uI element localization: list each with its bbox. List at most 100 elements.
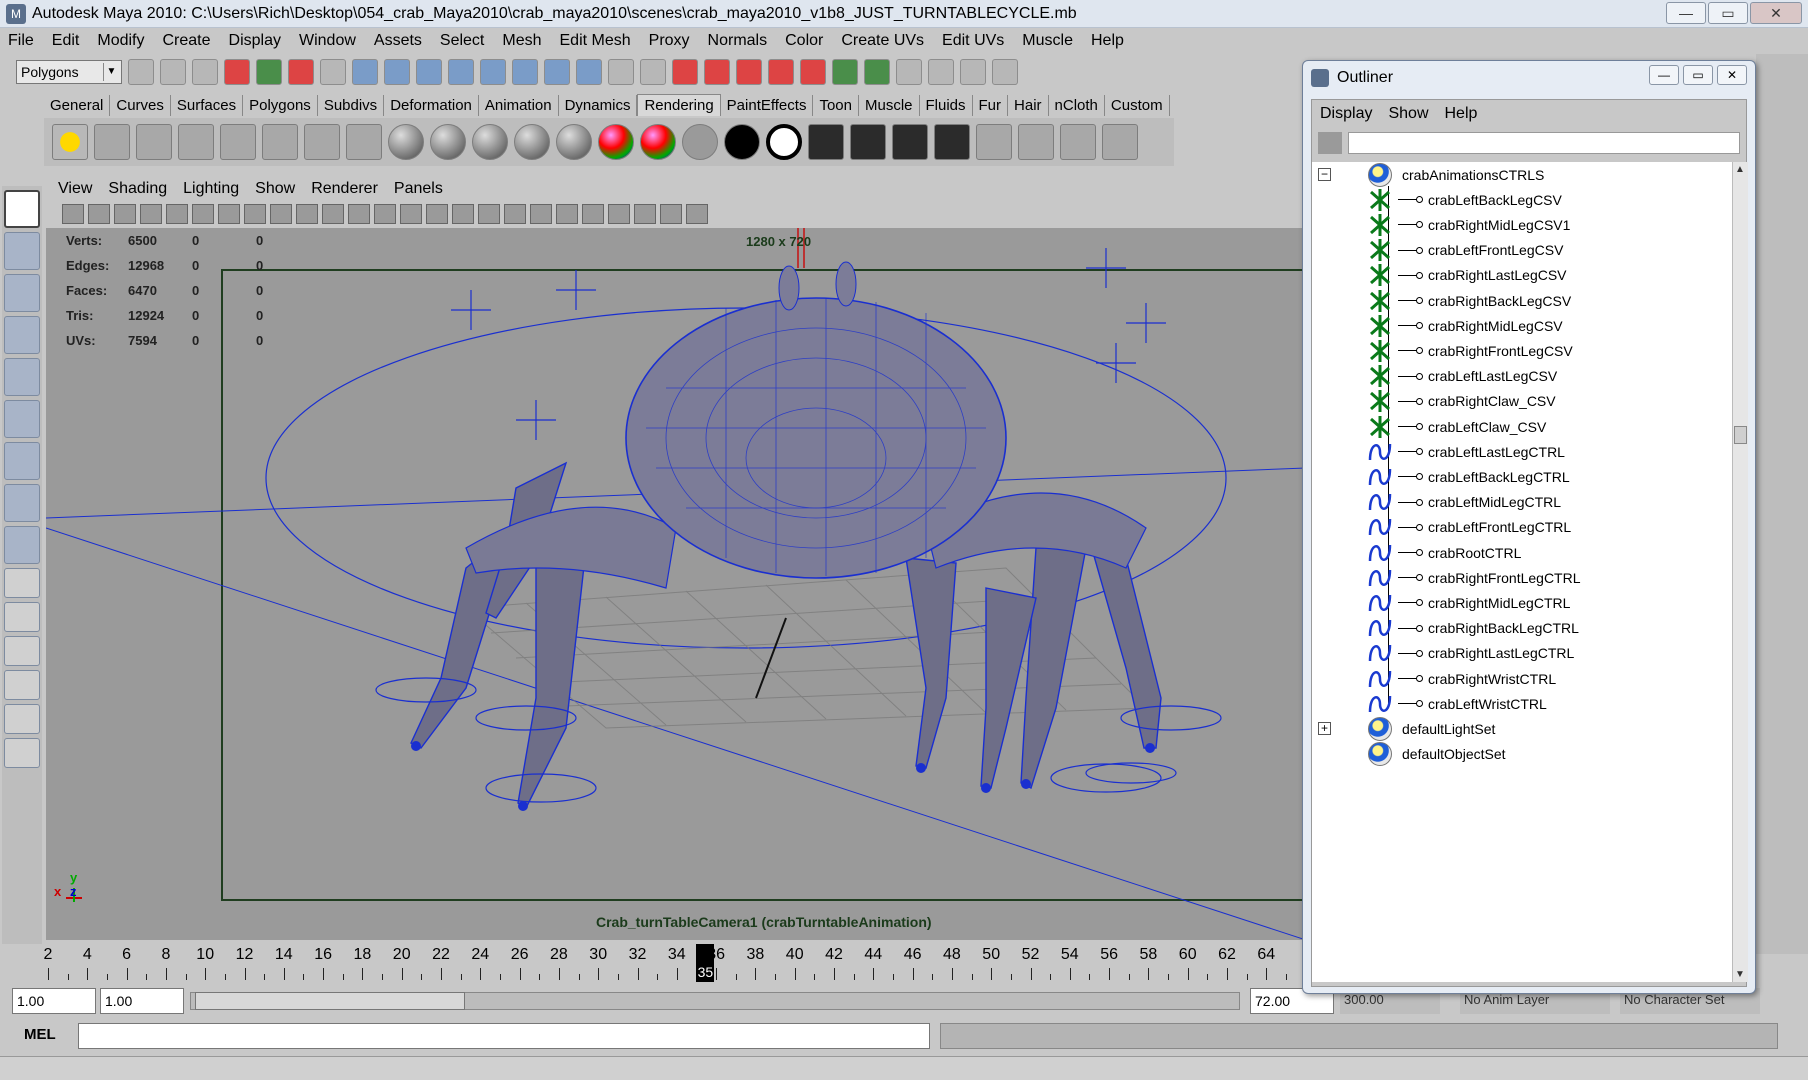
menu-edit-uvs[interactable]: Edit UVs [942,32,1004,50]
select-camera-icon[interactable] [62,204,84,224]
ambient-light-icon[interactable] [52,124,88,160]
scrollbar-thumb[interactable] [1734,426,1747,444]
outliner-item[interactable]: crabRightLastLegCTRL [1368,641,1574,666]
minimize-button[interactable]: — [1666,2,1706,24]
shelf-tab-rendering[interactable]: Rendering [637,94,721,116]
anisotropic-sphere-icon[interactable] [556,124,592,160]
shelf-tab-painteffects[interactable]: PaintEffects [721,95,814,116]
start-time-field[interactable]: 1.00 [12,988,96,1014]
toon-shader-icon[interactable] [766,124,802,160]
point-light-icon[interactable] [136,124,172,160]
ipr-render-icon[interactable] [864,59,890,85]
menu-modify[interactable]: Modify [97,32,144,50]
shelf-tab-hair[interactable]: Hair [1008,95,1049,116]
menu-file[interactable]: File [8,32,34,50]
menu-muscle[interactable]: Muscle [1022,32,1073,50]
phonge-sphere-icon[interactable] [514,124,550,160]
safe-title-icon[interactable] [348,204,370,224]
rotate-tool-icon[interactable] [4,358,40,396]
volume-light-icon[interactable] [262,124,298,160]
camera-icon[interactable] [304,124,340,160]
outliner-item[interactable]: crabLeftLastLegCSV [1368,364,1557,389]
smooth-shade-icon[interactable] [400,204,422,224]
area-light-icon[interactable] [220,124,256,160]
outliner-item[interactable]: crabLeftClaw_CSV [1368,414,1546,439]
2d-pan-zoom-icon[interactable] [166,204,188,224]
panel-menu-show[interactable]: Show [255,180,295,198]
make-live-icon[interactable] [480,59,506,85]
outliner-menu-help[interactable]: Help [1445,105,1478,123]
outliner-item[interactable]: crabRightFrontLegCSV [1368,338,1573,363]
render-settings-shelf-icon[interactable] [892,124,928,160]
show-manipulator-icon[interactable] [4,526,40,564]
panel-menu-renderer[interactable]: Renderer [311,180,378,198]
menu-set-selector[interactable]: Polygons ▼ [16,60,122,84]
paint-select-tool-icon[interactable] [4,274,40,312]
panel-menu-panels[interactable]: Panels [394,180,443,198]
outliner-item[interactable]: crabLeftLastLegCTRL [1368,439,1565,464]
snap-plane-icon[interactable] [448,59,474,85]
render-icon[interactable] [672,59,698,85]
menu-window[interactable]: Window [299,32,356,50]
paint-brush-icon[interactable] [1102,124,1138,160]
cancel-render-icon[interactable] [1018,124,1054,160]
outliner-item[interactable]: crabRightBackLegCTRL [1368,616,1579,641]
open-scene-icon[interactable] [160,59,186,85]
outliner-item[interactable]: crabRightMidLegCSV [1368,313,1563,338]
select-component-icon[interactable] [288,59,314,85]
outliner-item-root[interactable]: crabAnimationsCTRLS [1368,162,1544,187]
menu-edit[interactable]: Edit [52,32,80,50]
current-frame-marker[interactable]: 35 [696,944,715,982]
frame-selected-icon[interactable] [660,204,682,224]
point-magnet-icon[interactable] [800,59,826,85]
wireframe-icon[interactable] [374,204,396,224]
ramp-shader-icon[interactable] [598,124,634,160]
ipr-render-view-icon[interactable] [850,124,886,160]
snap-grid-icon[interactable] [352,59,378,85]
range-slider-thumb[interactable] [195,992,465,1010]
outliner-item-set[interactable]: defaultLightSet [1368,716,1495,741]
shelf-tab-fluids[interactable]: Fluids [920,95,973,116]
lock-icon[interactable] [608,59,634,85]
layered-shader-icon[interactable] [640,124,676,160]
menu-color[interactable]: Color [785,32,823,50]
shelf-tab-muscle[interactable]: Muscle [859,95,920,116]
outliner-item[interactable]: crabRightClaw_CSV [1368,389,1556,414]
soft-modification-icon[interactable] [4,484,40,522]
outliner-item[interactable]: crabRightBackLegCSV [1368,288,1571,313]
menu-normals[interactable]: Normals [708,32,768,50]
wireframe-on-shaded-icon[interactable] [426,204,448,224]
channel-box-icon[interactable] [928,59,954,85]
outliner-item[interactable]: crabLeftFrontLegCSV [1368,238,1563,263]
menu-help[interactable]: Help [1091,32,1124,50]
outliner-item[interactable]: crabRightMidLegCTRL [1368,590,1570,615]
sphere-icon[interactable] [544,59,570,85]
render-settings-icon[interactable] [896,59,922,85]
mel-input[interactable] [78,1023,930,1049]
spot-light-icon[interactable] [178,124,214,160]
universal-manipulator-icon[interactable] [4,442,40,480]
collapse-icon[interactable]: − [1318,168,1331,181]
curve-magnet-icon[interactable] [768,59,794,85]
panel-menu-shading[interactable]: Shading [108,180,167,198]
playback-start-field[interactable]: 1.00 [100,988,184,1014]
shelf-tab-animation[interactable]: Animation [479,95,559,116]
hypershade-icon[interactable] [346,124,382,160]
outliner-title-bar[interactable]: Outliner — ▭ ✕ [1303,61,1755,95]
frame-all-icon[interactable] [634,204,656,224]
lambert-sphere-icon[interactable] [388,124,424,160]
render-frame-icon[interactable] [832,59,858,85]
maya-app-icon[interactable]: M [6,3,26,24]
directional-light-icon[interactable] [94,124,130,160]
mel-label[interactable]: MEL [24,1026,56,1043]
outliner-close-button[interactable]: ✕ [1717,65,1747,85]
outliner-item[interactable]: crabRootCTRL [1368,540,1521,565]
attribute-editor-icon[interactable] [960,59,986,85]
four-pane-layout-icon[interactable] [4,602,40,632]
shelf-tab-fur[interactable]: Fur [973,95,1009,116]
xray-joints-icon[interactable] [582,204,604,224]
shelf-tab-ncloth[interactable]: nCloth [1049,95,1105,116]
scroll-up-icon[interactable]: ▲ [1735,164,1745,175]
outliner-minimize-button[interactable]: — [1649,65,1679,85]
magnet-icon[interactable] [704,59,730,85]
